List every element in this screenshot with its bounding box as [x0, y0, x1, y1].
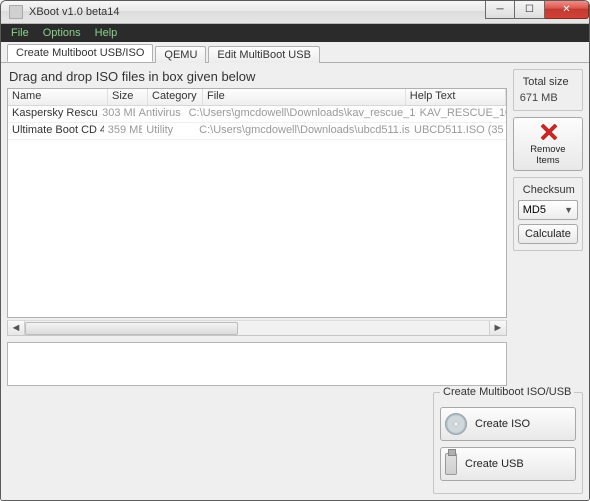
menu-bar: File Options Help	[1, 24, 589, 42]
cell-name: Kaspersky Rescue Disk	[8, 106, 98, 122]
cell-size: 303 MB	[98, 106, 135, 122]
window-title: XBoot v1.0 beta14	[29, 6, 120, 18]
calculate-label: Calculate	[525, 228, 571, 240]
tab-label: QEMU	[164, 49, 197, 61]
cell-help: KAV_RESCUE_10	[416, 106, 506, 122]
cell-category: Antivirus	[135, 106, 185, 122]
remove-items-button[interactable]: Remove Items	[513, 117, 583, 171]
tab-create-multiboot[interactable]: Create Multiboot USB/ISO	[7, 44, 153, 62]
right-column: Total size 671 MB Remove Items Checksum …	[513, 69, 583, 386]
client-area: Drag and drop ISO files in box given bel…	[1, 63, 589, 392]
tab-label: Edit MultiBoot USB	[217, 49, 311, 61]
scroll-right-arrow[interactable]: ►	[489, 321, 506, 334]
bottom-area: Create Multiboot ISO/USB Create ISO Crea…	[1, 392, 589, 500]
create-iso-button[interactable]: Create ISO	[440, 407, 576, 441]
table-row[interactable]: Ultimate Boot CD 4 DOS 359 MB Utility C:…	[8, 123, 506, 140]
menu-options[interactable]: Options	[43, 27, 81, 39]
app-window: XBoot v1.0 beta14 ─ ☐ ✕ File Options Hel…	[0, 0, 590, 501]
cell-category: Utility	[142, 123, 195, 139]
iso-list[interactable]: Name Size Category File Help Text Kasper…	[7, 88, 507, 318]
create-usb-label: Create USB	[465, 458, 524, 470]
total-size-value: 671 MB	[518, 92, 578, 104]
horizontal-scrollbar[interactable]: ◄ ►	[7, 320, 507, 335]
list-body[interactable]: Kaspersky Rescue Disk 303 MB Antivirus C…	[8, 106, 506, 317]
calculate-button[interactable]: Calculate	[518, 224, 578, 244]
left-column: Drag and drop ISO files in box given bel…	[7, 69, 507, 386]
title-bar[interactable]: XBoot v1.0 beta14 ─ ☐ ✕	[1, 1, 589, 24]
scroll-left-arrow[interactable]: ◄	[8, 321, 25, 334]
checksum-legend: Checksum	[520, 184, 578, 196]
minimize-button[interactable]: ─	[485, 1, 515, 19]
create-usb-button[interactable]: Create USB	[440, 447, 576, 481]
create-group: Create Multiboot ISO/USB Create ISO Crea…	[433, 392, 583, 494]
close-button[interactable]: ✕	[545, 1, 589, 19]
col-size[interactable]: Size	[108, 89, 148, 105]
usb-icon	[445, 453, 457, 475]
cell-help: UBCD511.ISO (35	[410, 123, 506, 139]
menu-file[interactable]: File	[11, 27, 29, 39]
x-icon	[538, 122, 558, 142]
col-file[interactable]: File	[203, 89, 406, 105]
scroll-track[interactable]	[25, 321, 489, 334]
menu-help[interactable]: Help	[95, 27, 118, 39]
cell-name: Ultimate Boot CD 4 DOS	[8, 123, 104, 139]
instruction-text: Drag and drop ISO files in box given bel…	[7, 69, 507, 88]
col-category[interactable]: Category	[148, 89, 203, 105]
table-row[interactable]: Kaspersky Rescue Disk 303 MB Antivirus C…	[8, 106, 506, 123]
col-help[interactable]: Help Text	[406, 89, 506, 105]
checksum-group: Checksum MD5 ▼ Calculate	[513, 177, 583, 251]
list-header: Name Size Category File Help Text	[8, 89, 506, 106]
tab-edit-multiboot[interactable]: Edit MultiBoot USB	[208, 46, 320, 63]
cell-file: C:\Users\gmcdowell\Downloads\ubcd511.iso	[195, 123, 410, 139]
total-size-legend: Total size	[520, 76, 572, 88]
cell-size: 359 MB	[104, 123, 143, 139]
chevron-down-icon: ▼	[564, 205, 573, 215]
app-icon	[9, 5, 23, 19]
col-name[interactable]: Name	[8, 89, 108, 105]
maximize-button[interactable]: ☐	[515, 1, 545, 19]
scroll-thumb[interactable]	[25, 322, 238, 335]
create-legend: Create Multiboot ISO/USB	[440, 386, 574, 398]
cell-file: C:\Users\gmcdowell\Downloads\kav_rescue_…	[185, 106, 416, 122]
tab-strip: Create Multiboot USB/ISO QEMU Edit Multi…	[1, 42, 589, 63]
drop-target-box[interactable]	[7, 342, 507, 386]
window-controls: ─ ☐ ✕	[485, 1, 589, 19]
create-iso-label: Create ISO	[475, 418, 530, 430]
remove-items-label: Remove Items	[518, 144, 578, 166]
tab-qemu[interactable]: QEMU	[155, 46, 206, 63]
checksum-select[interactable]: MD5 ▼	[518, 200, 578, 220]
tab-label: Create Multiboot USB/ISO	[16, 47, 144, 59]
checksum-selected: MD5	[523, 204, 546, 216]
total-size-group: Total size 671 MB	[513, 69, 583, 111]
disc-icon	[445, 413, 467, 435]
